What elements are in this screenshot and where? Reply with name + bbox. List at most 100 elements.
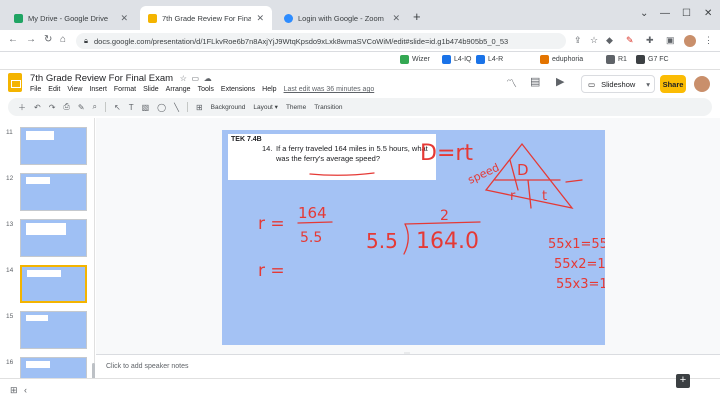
transition-button[interactable]: Transition bbox=[314, 104, 342, 111]
extension-icon-red[interactable]: ✎ bbox=[626, 35, 634, 46]
bookmark-star-icon[interactable]: ☆ bbox=[590, 35, 598, 46]
comment-icon[interactable]: ⊞ bbox=[196, 103, 203, 112]
select-icon[interactable]: ↖ bbox=[114, 103, 121, 112]
share-page-icon[interactable]: ⇪ bbox=[574, 35, 582, 46]
menu-insert[interactable]: Insert bbox=[89, 86, 107, 93]
comments-icon[interactable]: ▤ bbox=[530, 75, 540, 88]
thumbnail-image bbox=[20, 311, 87, 349]
slideshow-button[interactable]: ▭ Slideshow ▾ bbox=[581, 75, 655, 93]
divisor: 5.5 bbox=[366, 229, 398, 253]
shape-icon[interactable]: ◯ bbox=[157, 103, 166, 112]
current-slide[interactable]: TEK 7.4B 14. If a ferry traveled 164 mil… bbox=[222, 130, 605, 345]
share-button[interactable]: Share bbox=[660, 75, 686, 93]
lock-icon: 🔒︎ bbox=[84, 36, 88, 45]
tab-zoom[interactable]: Login with Google - Zoom ✕ bbox=[276, 6, 408, 30]
close-icon[interactable]: ✕ bbox=[256, 13, 264, 24]
tab-title: Login with Google - Zoom bbox=[298, 13, 384, 23]
menu-format[interactable]: Format bbox=[114, 86, 136, 93]
close-window-icon[interactable]: ✕ bbox=[704, 8, 712, 19]
denominator: 5.5 bbox=[300, 230, 322, 246]
slides-logo[interactable] bbox=[8, 73, 22, 92]
reload-icon[interactable]: ↻ bbox=[44, 34, 52, 45]
menu-view[interactable]: View bbox=[67, 86, 82, 93]
url-field[interactable]: 🔒︎ docs.google.com/presentation/d/1FLkvR… bbox=[76, 33, 566, 49]
menu-slide[interactable]: Slide bbox=[143, 86, 159, 93]
menu-help[interactable]: Help bbox=[262, 86, 276, 93]
menu-tools[interactable]: Tools bbox=[198, 86, 214, 93]
layout-button[interactable]: Layout ▾ bbox=[253, 103, 278, 111]
numerator: 164 bbox=[298, 204, 327, 222]
textbox-icon[interactable]: T bbox=[129, 103, 134, 112]
triangle-left-label: r bbox=[510, 189, 516, 204]
slide-thumbnail[interactable]: 11 bbox=[0, 127, 95, 169]
tab-my-drive[interactable]: My Drive - Google Drive ✕ bbox=[6, 6, 136, 30]
menu-bar: File Edit View Insert Format Slide Arran… bbox=[30, 86, 374, 93]
chevron-down-icon[interactable]: ▾ bbox=[646, 80, 654, 89]
bookmark-r1[interactable]: R1 bbox=[606, 55, 627, 64]
forward-icon[interactable]: → bbox=[26, 34, 36, 45]
theme-button[interactable]: Theme bbox=[286, 104, 306, 111]
bookmark-eduphoria[interactable]: eduphoria bbox=[540, 55, 583, 64]
zoom-icon bbox=[284, 13, 293, 23]
menu-arrange[interactable]: Arrange bbox=[166, 86, 191, 93]
more-icon[interactable]: ⋮ bbox=[704, 35, 713, 46]
bookmark-g7-fc[interactable]: G7 FC bbox=[636, 55, 669, 64]
puzzle-icon[interactable]: ✚ bbox=[646, 35, 654, 46]
thumbnail-image bbox=[20, 357, 87, 379]
chevron-down-icon[interactable]: ⌄ bbox=[640, 8, 648, 19]
dividend: 164.0 bbox=[416, 229, 479, 254]
cloud-status-icon[interactable]: ☁ bbox=[204, 74, 212, 83]
triangle-shape bbox=[484, 142, 574, 210]
undo-icon[interactable]: ↶ bbox=[34, 103, 41, 112]
slide-thumbnail[interactable]: 15 bbox=[0, 311, 95, 353]
toolbar-divider bbox=[105, 102, 106, 112]
minimize-icon[interactable]: — bbox=[660, 8, 670, 19]
close-icon[interactable]: ✕ bbox=[392, 13, 400, 24]
bookmark-l4-r[interactable]: L4-R bbox=[476, 55, 503, 64]
sidebar-icon[interactable]: ▣ bbox=[666, 35, 675, 46]
paint-format-icon[interactable]: ✎ bbox=[78, 103, 85, 112]
line-icon[interactable]: ╲ bbox=[174, 103, 179, 112]
speaker-notes[interactable]: Click to add speaker notes bbox=[96, 354, 720, 378]
menu-extensions[interactable]: Extensions bbox=[221, 86, 255, 93]
multiplication-1: 55x1=55 bbox=[548, 237, 605, 252]
collapse-filmstrip-icon[interactable]: ‹ bbox=[24, 385, 27, 395]
home-icon[interactable]: ⌂ bbox=[60, 34, 66, 45]
slide-thumbnail-selected[interactable]: 14 bbox=[0, 265, 95, 307]
grid-view-icon[interactable]: ⊞ bbox=[10, 385, 18, 396]
activity-icon[interactable]: 〽 bbox=[506, 75, 517, 91]
multiplication-3: 55x3=165 bbox=[556, 277, 605, 292]
tab-slides[interactable]: 7th Grade Review For Final Exam ✕ bbox=[140, 6, 272, 30]
redo-icon[interactable]: ↷ bbox=[49, 103, 56, 112]
maximize-icon[interactable]: ☐ bbox=[682, 8, 691, 19]
thumbnail-image bbox=[20, 265, 87, 303]
new-slide-icon[interactable]: ＋ bbox=[18, 102, 26, 113]
zoom-icon[interactable]: ⌕ bbox=[93, 102, 97, 112]
new-tab-button[interactable]: + bbox=[413, 9, 421, 24]
url-text: docs.google.com/presentation/d/1FLkvRoe6… bbox=[94, 36, 509, 46]
profile-avatar[interactable] bbox=[684, 35, 696, 47]
menu-edit[interactable]: Edit bbox=[48, 86, 60, 93]
image-icon[interactable]: ▧ bbox=[142, 103, 150, 112]
last-edit-link[interactable]: Last edit was 36 minutes ago bbox=[284, 86, 375, 93]
bottom-bar: ⊞ ‹ bbox=[0, 378, 720, 404]
slide-filmstrip: 11 12 13 14 15 16 bbox=[0, 118, 95, 393]
background-button[interactable]: Background bbox=[211, 104, 246, 111]
document-title[interactable]: 7th Grade Review For Final Exam ☆ ▭ ☁ bbox=[30, 73, 212, 84]
bookmark-l4-iq[interactable]: L4-IQ bbox=[442, 55, 472, 64]
slide-thumbnail[interactable]: 12 bbox=[0, 173, 95, 215]
move-folder-icon[interactable]: ▭ bbox=[192, 74, 200, 83]
slide-thumbnail[interactable]: 13 bbox=[0, 219, 95, 261]
bookmark-wizer[interactable]: Wizer bbox=[400, 55, 430, 64]
avatar[interactable] bbox=[694, 76, 710, 92]
slides-header: 7th Grade Review For Final Exam ☆ ▭ ☁ Fi… bbox=[0, 70, 720, 98]
star-icon[interactable]: ☆ bbox=[180, 74, 187, 83]
extension-icon[interactable]: ◆ bbox=[606, 35, 613, 46]
explore-button[interactable]: + bbox=[676, 374, 690, 388]
close-icon[interactable]: ✕ bbox=[120, 13, 128, 24]
meet-icon[interactable]: ▶ bbox=[556, 75, 564, 88]
print-icon[interactable]: ⎙ bbox=[63, 102, 69, 112]
address-bar-row: ← → ↻ ⌂ 🔒︎ docs.google.com/presentation/… bbox=[0, 30, 720, 52]
menu-file[interactable]: File bbox=[30, 86, 41, 93]
back-icon[interactable]: ← bbox=[8, 34, 18, 45]
